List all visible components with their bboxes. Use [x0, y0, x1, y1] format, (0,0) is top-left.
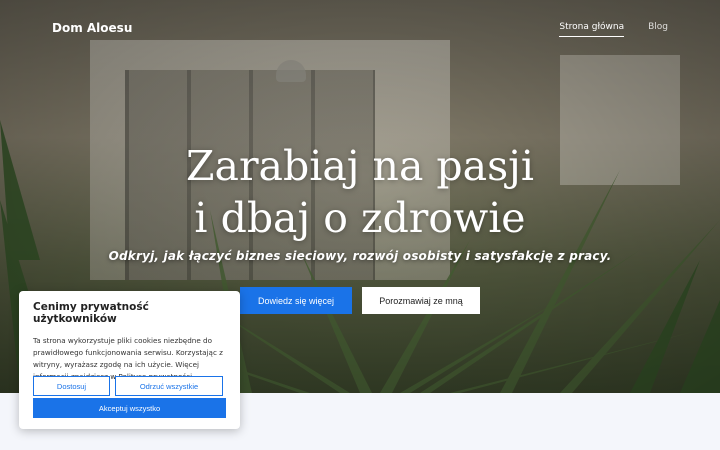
hero-headline: Zarabiaj na pasji i dbaj o zdrowie	[0, 140, 720, 244]
contact-me-button[interactable]: Porozmawiaj ze mną	[362, 287, 480, 314]
cookie-button-row: Dostosuj Odrzuć wszystkie	[33, 376, 223, 396]
accept-all-cookies-button[interactable]: Akceptuj wszystko	[33, 398, 226, 418]
cookie-title: Cenimy prywatność użytkowników	[33, 301, 149, 325]
nav-link-blog[interactable]: Blog	[648, 22, 668, 37]
reject-all-cookies-button[interactable]: Odrzuć wszystkie	[115, 376, 223, 396]
cookie-consent-dialog: Cenimy prywatność użytkowników Ta strona…	[19, 291, 240, 429]
nav-link-home[interactable]: Strona główna	[559, 22, 625, 37]
main-nav: Strona główna Blog	[559, 22, 668, 37]
site-logo[interactable]: Dom Aloesu	[52, 21, 132, 35]
learn-more-button[interactable]: Dowiedz się więcej	[240, 287, 352, 314]
hero-headline-line-1: Zarabiaj na pasji	[186, 142, 534, 190]
hero-subheadline: Odkryj, jak łączyć biznes sieciowy, rozw…	[108, 249, 612, 263]
hero-headline-line-2: i dbaj o zdrowie	[194, 194, 526, 242]
customize-cookies-button[interactable]: Dostosuj	[33, 376, 110, 396]
